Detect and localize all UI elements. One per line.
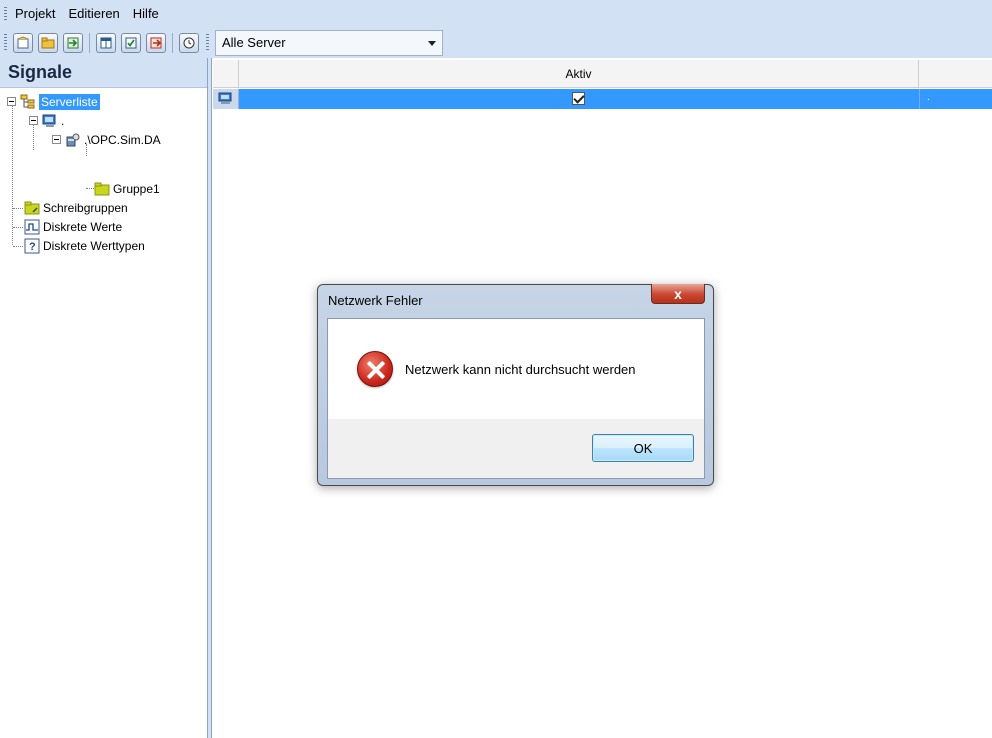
grid-header: Aktiv	[213, 60, 992, 88]
dialog-body: Netzwerk kann nicht durchsucht werden OK	[327, 318, 705, 479]
check-icon	[125, 37, 137, 48]
write-group-icon	[24, 201, 40, 214]
toolbar-separator	[89, 32, 90, 53]
close-icon: x	[674, 285, 682, 302]
clock-icon	[183, 37, 195, 48]
server-filter-select[interactable]: Alle Server	[215, 29, 443, 56]
tree-connector	[86, 188, 94, 189]
tree-connector	[13, 208, 23, 209]
signals-panel: Signale Serverliste . .\OPC.Sim.DA Grupp…	[0, 58, 208, 738]
ok-button[interactable]: OK	[592, 434, 694, 462]
tree-item-diskrete-werte[interactable]: Diskrete Werte	[24, 217, 122, 236]
svg-text:?: ?	[29, 241, 36, 253]
export-icon	[150, 37, 162, 48]
server-list-icon	[20, 94, 35, 108]
collapse-icon[interactable]	[29, 116, 38, 125]
toolbar-grip-2[interactable]	[206, 33, 209, 52]
menu-bar: Projekt Editieren Hilfe	[0, 0, 992, 27]
toolbar: Alle Server	[0, 27, 992, 58]
tree-label-serverliste: Serverliste	[39, 93, 100, 110]
menu-grip[interactable]	[4, 6, 7, 21]
row-extra-value: .	[927, 92, 930, 103]
collapse-icon[interactable]	[52, 135, 61, 144]
tree-label-diskrete-werttypen: Diskrete Werttypen	[43, 238, 145, 253]
computer-icon	[218, 92, 231, 104]
chevron-down-icon[interactable]	[428, 40, 436, 46]
tree-label-schreibgruppen: Schreibgruppen	[43, 200, 128, 215]
column-header-aktiv[interactable]: Aktiv	[239, 60, 919, 88]
question-icon: ?	[24, 238, 40, 253]
tree-item-gruppe1[interactable]: Gruppe1	[94, 179, 160, 198]
new-project-button[interactable]	[13, 32, 33, 53]
tree-connector	[12, 100, 13, 245]
new-project-icon	[17, 35, 29, 48]
import-icon	[67, 37, 79, 48]
menu-projekt[interactable]: Projekt	[15, 6, 55, 21]
dialog-message: Netzwerk kann nicht durchsucht werden	[405, 362, 636, 377]
table-row[interactable]: .	[213, 89, 992, 109]
close-button[interactable]: x	[651, 284, 705, 304]
tree-connector	[13, 227, 23, 228]
server-filter-value: Alle Server	[222, 35, 286, 50]
collapse-icon[interactable]	[7, 97, 16, 106]
toolbar-grip[interactable]	[4, 33, 7, 52]
tree-label-gruppe1: Gruppe1	[113, 181, 160, 196]
open-folder-icon	[41, 37, 55, 48]
tree-item-schreibgruppen[interactable]: Schreibgruppen	[24, 198, 128, 217]
tree-label-computer: .	[61, 113, 65, 128]
folder-icon	[94, 182, 110, 195]
tree-item-opc-server[interactable]: .\OPC.Sim.DA	[52, 130, 161, 149]
toolbar-separator	[172, 32, 173, 53]
dialog-content: Netzwerk kann nicht durchsucht werden	[328, 319, 704, 419]
menu-editieren[interactable]: Editieren	[68, 6, 119, 21]
grid-corner[interactable]	[213, 60, 239, 88]
opc-server-icon	[66, 133, 80, 146]
clock-button[interactable]	[179, 32, 199, 53]
tree-label-opc-server: .\OPC.Sim.DA	[84, 132, 161, 147]
tree-item-diskrete-werttypen[interactable]: ? Diskrete Werttypen	[24, 236, 145, 255]
open-button[interactable]	[38, 32, 58, 53]
dialog-footer: OK	[328, 419, 704, 478]
column-divider	[919, 89, 920, 109]
check-button[interactable]	[121, 32, 141, 53]
tree-label-diskrete-werte: Diskrete Werte	[43, 219, 123, 234]
panel-splitter[interactable]	[208, 58, 212, 738]
panel-title: Signale	[0, 58, 207, 88]
signal-wave-icon	[24, 219, 40, 234]
row-header[interactable]	[213, 89, 239, 109]
tree-connector	[13, 246, 23, 247]
window-button[interactable]	[96, 32, 116, 53]
import-button[interactable]	[63, 32, 83, 53]
error-dialog: Netzwerk Fehler x Netzwerk kann nicht du…	[317, 284, 714, 486]
error-icon	[357, 351, 393, 387]
export-button[interactable]	[146, 32, 166, 53]
tree-item-serverliste[interactable]: Serverliste	[7, 92, 100, 111]
tree-item-computer[interactable]: .	[29, 111, 64, 130]
window-icon	[100, 37, 112, 48]
computer-icon	[42, 114, 56, 127]
dialog-title: Netzwerk Fehler	[328, 293, 423, 308]
aktiv-checkbox[interactable]	[572, 92, 585, 105]
menu-hilfe[interactable]: Hilfe	[133, 6, 159, 21]
